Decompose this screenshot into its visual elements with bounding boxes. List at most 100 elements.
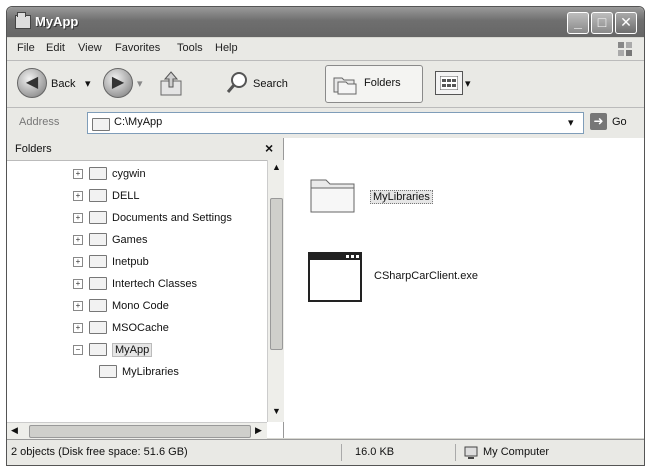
scroll-left-icon[interactable]: ◀ (11, 425, 18, 436)
tree-item[interactable]: + Games (73, 230, 147, 250)
windows-logo-icon (618, 42, 632, 56)
expand-icon[interactable]: + (73, 279, 83, 290)
hscroll-thumb[interactable] (29, 425, 251, 438)
address-label: Address (19, 116, 60, 128)
file-name: CSharpCarClient.exe (374, 270, 478, 282)
folder-tree: + cygwin + DELL + Documents and Settings + Game… (7, 160, 267, 422)
tree-item[interactable]: + Intertech Classes (73, 274, 197, 294)
menu-favorites[interactable]: Favorites (115, 42, 160, 54)
menu-view[interactable]: View (78, 42, 102, 54)
forward-arrow-icon[interactable]: ▶ (103, 68, 133, 98)
application-window-icon (308, 252, 362, 302)
status-summary: 2 objects (Disk free space: 51.6 GB) (11, 444, 342, 461)
file-item-folder[interactable]: MyLibraries (308, 170, 508, 218)
tree-item[interactable]: MyLibraries (99, 362, 179, 382)
window-title: MyApp (35, 14, 79, 29)
forward-dropdown-icon[interactable]: ▾ (137, 77, 143, 90)
file-name: MyLibraries (370, 190, 433, 204)
status-size: 16.0 KB (355, 444, 456, 461)
menu-help[interactable]: Help (215, 42, 238, 54)
folders-pane: Folders × + cygwin + DELL + Documents and Set… (7, 138, 284, 439)
tree-item-label: Inetpub (112, 256, 149, 268)
expand-icon[interactable]: + (73, 191, 83, 202)
tree-item[interactable]: + Inetpub (73, 252, 149, 272)
address-input[interactable]: C:\MyApp ▾ (87, 112, 584, 134)
up-folder-icon[interactable] (159, 69, 183, 97)
tree-item-label: cygwin (112, 168, 146, 180)
go-button-label[interactable]: Go (612, 116, 627, 128)
scroll-thumb[interactable] (270, 198, 283, 350)
scroll-up-icon[interactable]: ▲ (272, 162, 281, 172)
tree-item[interactable]: + MSOCache (73, 318, 169, 338)
views-icon (440, 76, 458, 90)
vertical-scrollbar[interactable]: ▲ ▼ (267, 160, 284, 422)
tree-item-label: Documents and Settings (112, 212, 232, 224)
standard-toolbar: ◀ Back ▾ ▶ ▾ Search Folders ▾ (7, 61, 644, 108)
menu-bar: File Edit View Favorites Tools Help (7, 38, 644, 61)
tree-item[interactable]: + Mono Code (73, 296, 169, 316)
folder-icon (99, 364, 117, 378)
computer-icon (464, 446, 478, 459)
tree-item-label: Mono Code (112, 300, 169, 312)
status-zone: My Computer (483, 446, 550, 458)
scroll-right-icon[interactable]: ▶ (255, 425, 262, 436)
expand-icon[interactable]: + (73, 213, 83, 224)
tree-item-label: MSOCache (112, 322, 169, 334)
expand-icon[interactable]: + (73, 323, 83, 334)
tree-item[interactable]: + cygwin (73, 164, 146, 184)
address-value: C:\MyApp (114, 116, 163, 128)
folder-icon (89, 276, 107, 290)
title-bar[interactable]: MyApp _ □ ✕ (7, 7, 644, 37)
horizontal-scrollbar[interactable]: ◀ ▶ (7, 422, 267, 439)
folder-icon (92, 118, 110, 131)
folders-button-label: Folders (364, 77, 401, 89)
menu-edit[interactable]: Edit (46, 42, 65, 54)
menu-file[interactable]: File (17, 42, 35, 54)
folders-button[interactable]: Folders (325, 65, 423, 103)
folder-icon (89, 166, 107, 180)
file-list: MyLibraries CSharpCarClient.exe (284, 138, 644, 438)
back-button-label[interactable]: Back (51, 78, 75, 90)
back-arrow-icon[interactable]: ◀ (17, 68, 47, 98)
maximize-button[interactable]: □ (591, 12, 613, 34)
tree-item-label: Games (112, 234, 148, 246)
expand-icon[interactable]: + (73, 235, 83, 246)
scroll-down-icon[interactable]: ▼ (272, 406, 281, 416)
address-dropdown-icon[interactable]: ▾ (568, 116, 574, 129)
tree-item[interactable]: + Documents and Settings (73, 208, 232, 228)
close-pane-icon[interactable]: × (265, 140, 273, 156)
folder-icon (310, 179, 355, 213)
expand-icon[interactable]: + (73, 301, 83, 312)
close-button[interactable]: ✕ (615, 12, 637, 34)
folder-icon (89, 254, 107, 268)
tree-item[interactable]: − MyApp (73, 340, 153, 360)
folders-pane-header: Folders × (7, 138, 283, 161)
folder-icon (89, 232, 107, 246)
folders-pane-title: Folders (15, 143, 52, 155)
address-bar: Address C:\MyApp ▾ ➜ Go (7, 108, 644, 139)
back-dropdown-icon[interactable]: ▾ (85, 77, 91, 90)
folders-icon (333, 77, 357, 95)
folder-icon (89, 210, 107, 224)
collapse-icon[interactable]: − (73, 345, 83, 356)
search-icon[interactable] (225, 71, 249, 95)
minimize-button[interactable]: _ (567, 12, 589, 34)
file-item-exe[interactable]: CSharpCarClient.exe (306, 250, 546, 306)
tree-item-label: MyApp (112, 343, 153, 357)
explorer-window: MyApp _ □ ✕ File Edit View Favorites Too… (6, 6, 645, 466)
folder-icon (89, 342, 107, 356)
expand-icon[interactable]: + (73, 169, 83, 180)
views-button[interactable] (435, 71, 463, 95)
folder-icon (89, 298, 107, 312)
folder-icon (89, 320, 107, 334)
views-dropdown-icon[interactable]: ▾ (465, 77, 471, 90)
search-button-label[interactable]: Search (253, 78, 288, 90)
folder-icon (15, 12, 31, 29)
tree-item[interactable]: + DELL (73, 186, 140, 206)
go-arrow-icon[interactable]: ➜ (590, 113, 607, 130)
tree-item-label: MyLibraries (122, 366, 179, 378)
status-bar: 2 objects (Disk free space: 51.6 GB) 16.… (7, 439, 644, 465)
expand-icon[interactable]: + (73, 257, 83, 268)
tree-item-label: Intertech Classes (112, 278, 197, 290)
menu-tools[interactable]: Tools (177, 42, 203, 54)
